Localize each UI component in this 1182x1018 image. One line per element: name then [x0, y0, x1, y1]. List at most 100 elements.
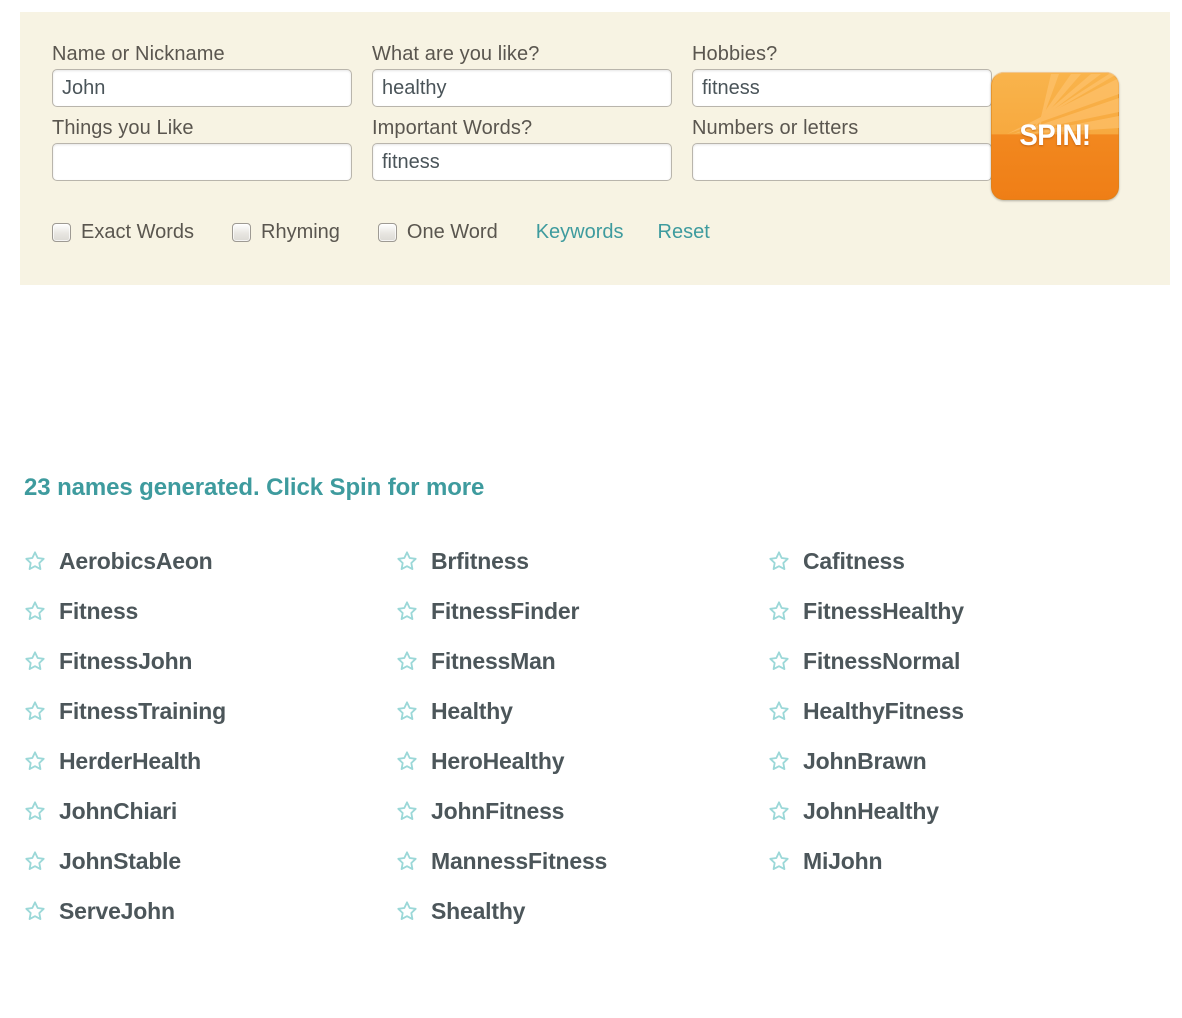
name-label: JohnBrawn [803, 747, 927, 774]
star-outline-icon[interactable] [396, 900, 418, 922]
star-outline-icon[interactable] [24, 550, 46, 572]
star-outline-icon[interactable] [396, 800, 418, 822]
list-item[interactable]: JohnChiari [24, 786, 396, 836]
options-row: Exact Words Rhyming One Word Keywords Re… [52, 217, 744, 247]
input-what-are-you-like[interactable] [372, 69, 672, 107]
list-item[interactable]: FitnessJohn [24, 636, 396, 686]
name-label: Healthy [431, 697, 513, 724]
reset-link[interactable]: Reset [658, 221, 710, 244]
name-label: MannessFitness [431, 847, 608, 874]
checkbox-box-exact-words[interactable] [52, 222, 71, 242]
star-outline-icon[interactable] [768, 850, 790, 872]
name-label: AerobicsAeon [59, 547, 213, 574]
star-outline-icon[interactable] [24, 900, 46, 922]
input-important-words[interactable] [372, 143, 672, 181]
name-label: Cafitness [803, 547, 905, 574]
spin-button-label: SPIN! [1019, 119, 1091, 152]
list-item[interactable]: FitnessFinder [396, 586, 768, 636]
field-numbers-or-letters: Numbers or letters [692, 115, 992, 189]
keywords-link[interactable]: Keywords [536, 221, 624, 244]
name-label: Fitness [59, 597, 139, 624]
list-item[interactable]: MannessFitness [396, 836, 768, 886]
star-outline-icon[interactable] [768, 650, 790, 672]
label-hobbies: Hobbies? [692, 43, 778, 65]
star-outline-icon[interactable] [396, 550, 418, 572]
name-label: JohnStable [59, 847, 181, 874]
name-label: HerderHealth [59, 747, 202, 774]
name-label: Brfitness [431, 547, 529, 574]
star-outline-icon[interactable] [768, 550, 790, 572]
checkbox-exact-words[interactable]: Exact Words [52, 222, 194, 242]
name-label: HealthyFitness [803, 697, 964, 724]
star-outline-icon[interactable] [396, 650, 418, 672]
field-important-words: Important Words? [372, 115, 672, 189]
list-item[interactable]: FitnessNormal [768, 636, 1140, 686]
checkbox-box-one-word[interactable] [377, 222, 397, 242]
star-outline-icon[interactable] [396, 750, 418, 772]
checkbox-label-exact-words: Exact Words [81, 221, 194, 243]
name-label: ServeJohn [59, 897, 175, 924]
generator-form-panel: Name or Nickname What are you like? Hobb… [20, 12, 1170, 285]
input-things-you-like[interactable] [52, 143, 352, 181]
checkbox-one-word[interactable]: One Word [377, 221, 498, 243]
name-label: FitnessJohn [59, 647, 193, 674]
star-outline-icon[interactable] [396, 850, 418, 872]
results-heading: 23 names generated. Click Spin for more [24, 474, 485, 501]
star-outline-icon[interactable] [396, 600, 418, 622]
list-item[interactable]: JohnHealthy [768, 786, 1140, 836]
name-label: FitnessHealthy [803, 597, 964, 624]
list-item[interactable]: JohnFitness [396, 786, 768, 836]
list-item[interactable]: HealthyFitness [768, 686, 1140, 736]
list-item[interactable]: FitnessHealthy [768, 586, 1140, 636]
name-label: JohnHealthy [803, 797, 939, 824]
name-label: Shealthy [431, 897, 526, 924]
input-name-or-nickname[interactable] [52, 69, 352, 107]
star-outline-icon[interactable] [768, 600, 790, 622]
list-item[interactable]: Brfitness [396, 536, 768, 586]
list-item[interactable]: Cafitness [768, 536, 1140, 586]
list-item[interactable]: JohnBrawn [768, 736, 1140, 786]
name-label: HeroHealthy [431, 747, 565, 774]
label-what-are-you-like: What are you like? [372, 43, 540, 65]
label-important-words: Important Words? [372, 117, 533, 139]
list-item[interactable]: AerobicsAeon [24, 536, 396, 586]
list-item[interactable]: MiJohn [768, 836, 1140, 886]
star-outline-icon[interactable] [24, 600, 46, 622]
checkbox-box-rhyming[interactable] [232, 222, 251, 242]
list-item[interactable]: ServeJohn [24, 886, 396, 936]
star-outline-icon[interactable] [24, 850, 46, 872]
spin-button[interactable]: SPIN! [991, 72, 1119, 200]
input-hobbies[interactable] [692, 69, 992, 107]
form-fields-grid: Name or Nickname What are you like? Hobb… [52, 41, 992, 189]
list-item[interactable]: Healthy [396, 686, 768, 736]
star-outline-icon[interactable] [24, 800, 46, 822]
field-name-or-nickname: Name or Nickname [52, 41, 352, 115]
label-things-you-like: Things you Like [52, 117, 194, 139]
star-outline-icon[interactable] [24, 700, 46, 722]
list-item[interactable]: Fitness [24, 586, 396, 636]
list-item[interactable]: JohnStable [24, 836, 396, 886]
name-label: FitnessFinder [431, 597, 580, 624]
checkbox-label-one-word: One Word [406, 221, 498, 243]
form-row-2: Things you Like Important Words? Numbers… [52, 115, 992, 189]
star-outline-icon[interactable] [768, 800, 790, 822]
name-label: FitnessNormal [803, 647, 961, 674]
label-name-or-nickname: Name or Nickname [52, 43, 225, 65]
list-item[interactable]: HeroHealthy [396, 736, 768, 786]
list-item[interactable]: FitnessTraining [24, 686, 396, 736]
star-outline-icon[interactable] [24, 650, 46, 672]
list-item[interactable]: FitnessMan [396, 636, 768, 686]
list-item[interactable]: Shealthy [396, 886, 768, 936]
list-item[interactable]: HerderHealth [24, 736, 396, 786]
checkbox-rhyming[interactable]: Rhyming [232, 222, 340, 242]
star-outline-icon[interactable] [396, 700, 418, 722]
name-label: MiJohn [803, 847, 883, 874]
name-label: JohnFitness [431, 797, 565, 824]
name-label: FitnessTraining [59, 697, 226, 724]
checkbox-label-rhyming: Rhyming [261, 221, 340, 243]
star-outline-icon[interactable] [768, 700, 790, 722]
field-what-are-you-like: What are you like? [372, 41, 672, 115]
star-outline-icon[interactable] [24, 750, 46, 772]
input-numbers-or-letters[interactable] [692, 143, 992, 181]
star-outline-icon[interactable] [768, 750, 790, 772]
